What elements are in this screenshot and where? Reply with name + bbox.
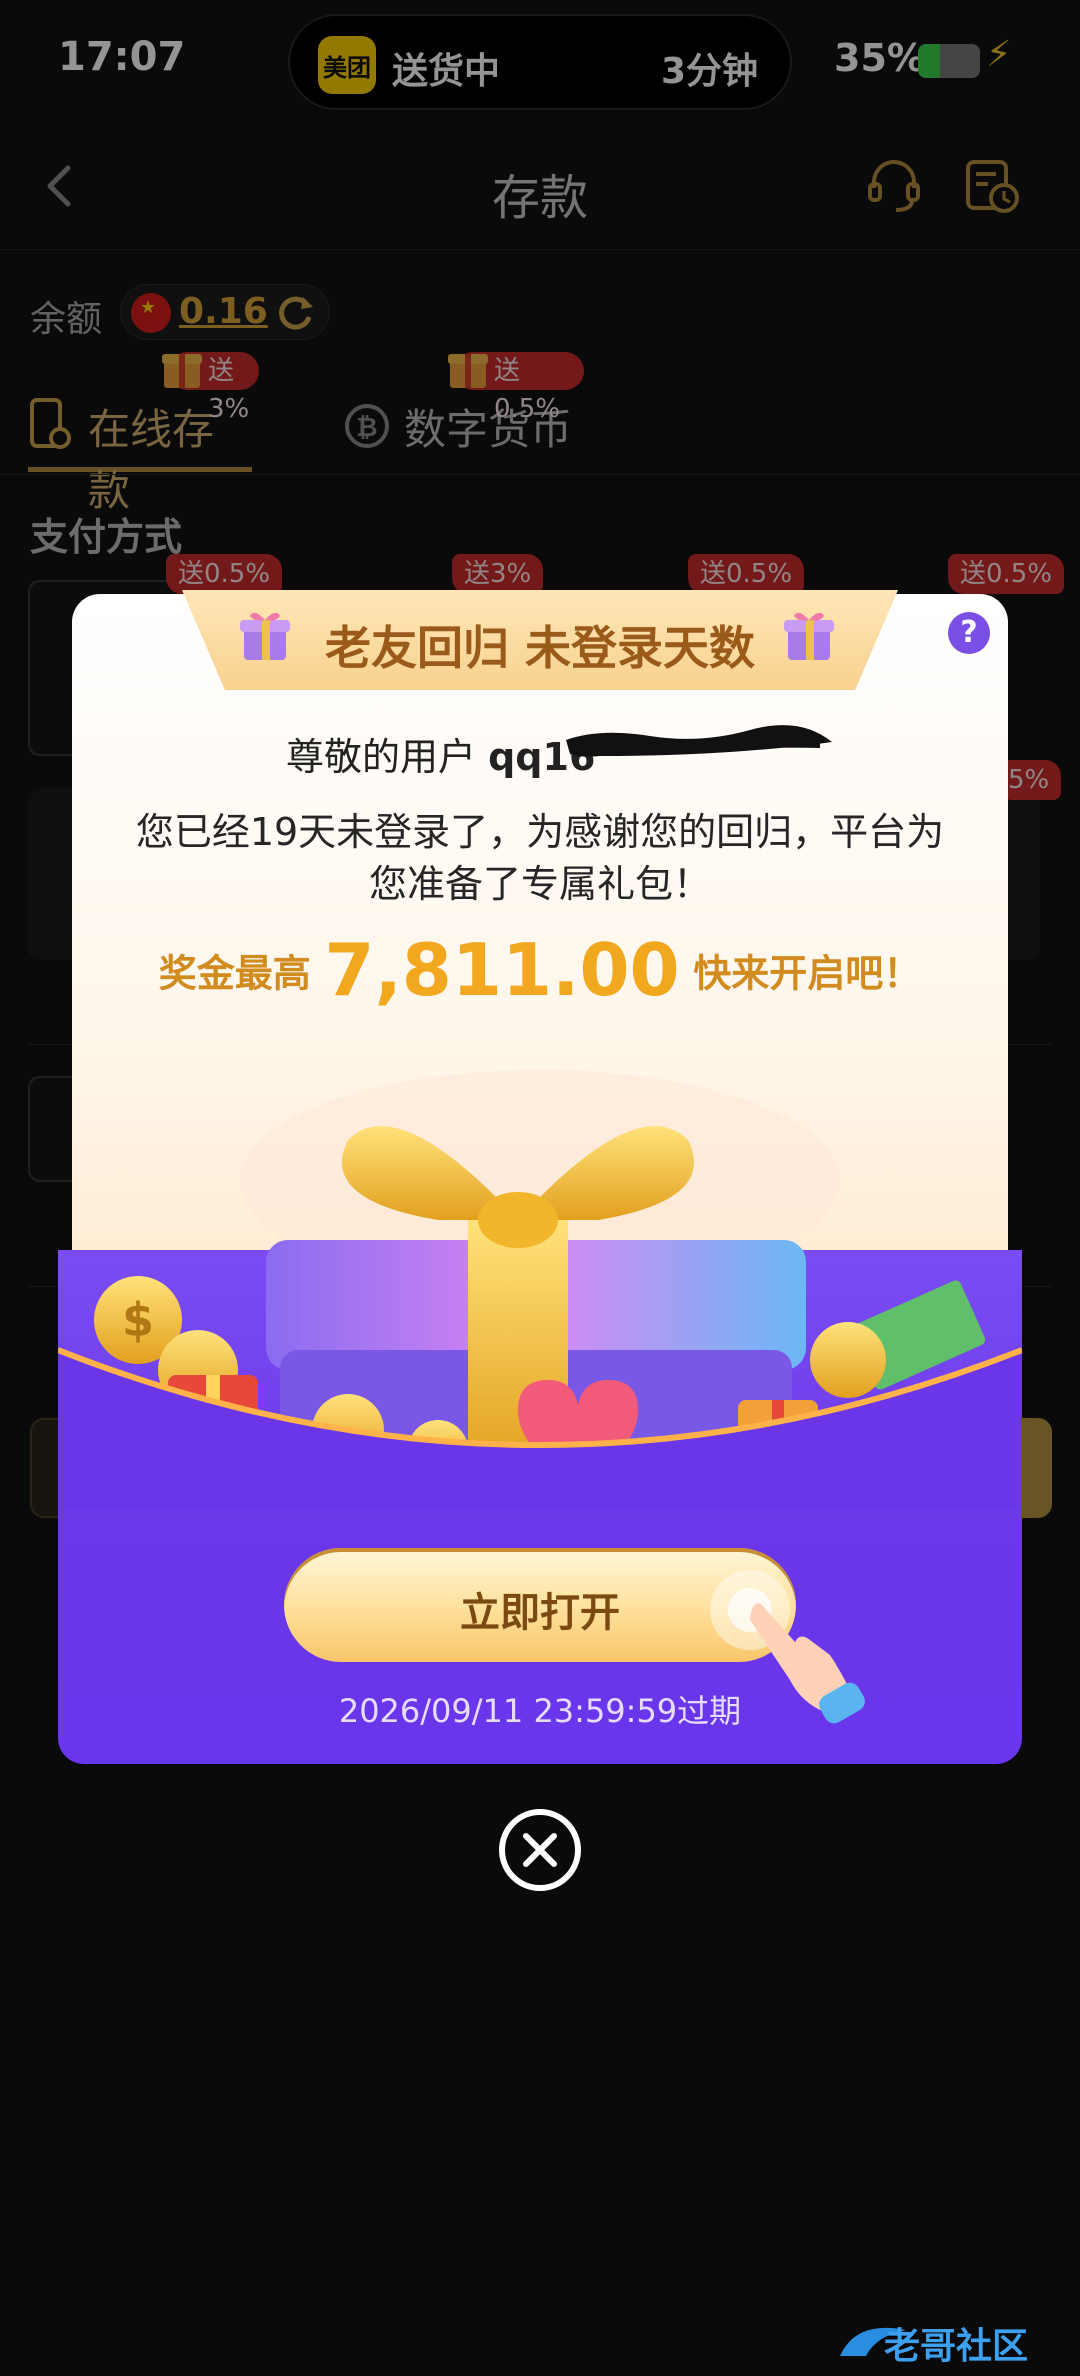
expiry-date: 2026/09/11 23:59:59过期 [338,1692,742,1730]
greeting-prefix: 尊敬的用户 [286,735,477,779]
help-icon[interactable]: ? [948,612,990,654]
redaction-scribble [566,725,832,757]
modal-title: 老友回归 未登录天数 [324,621,755,675]
watermark-text: 老哥社区 [884,2326,1028,2367]
gift-box-icon [784,612,834,660]
reward-amount: 7,811.00 [324,928,680,1012]
svg-text:$: $ [122,1293,154,1347]
reward-suffix: 快来开启吧！ [693,951,922,996]
greeting: 尊敬的用户 qq16 [286,726,595,781]
reward-prefix: 奖金最高 [158,951,311,996]
watermark-logo: 老哥社区 [840,2326,1028,2367]
gift-box-illustration: $ [58,1070,1022,1510]
reward-line: 奖金最高 7,811.00 快来开启吧！ [0,928,1080,1012]
close-icon[interactable] [496,1806,584,1894]
modal-message: 您已经19天未登录了，为感谢您的回归，平台为您准备了专属礼包！ [135,810,945,906]
